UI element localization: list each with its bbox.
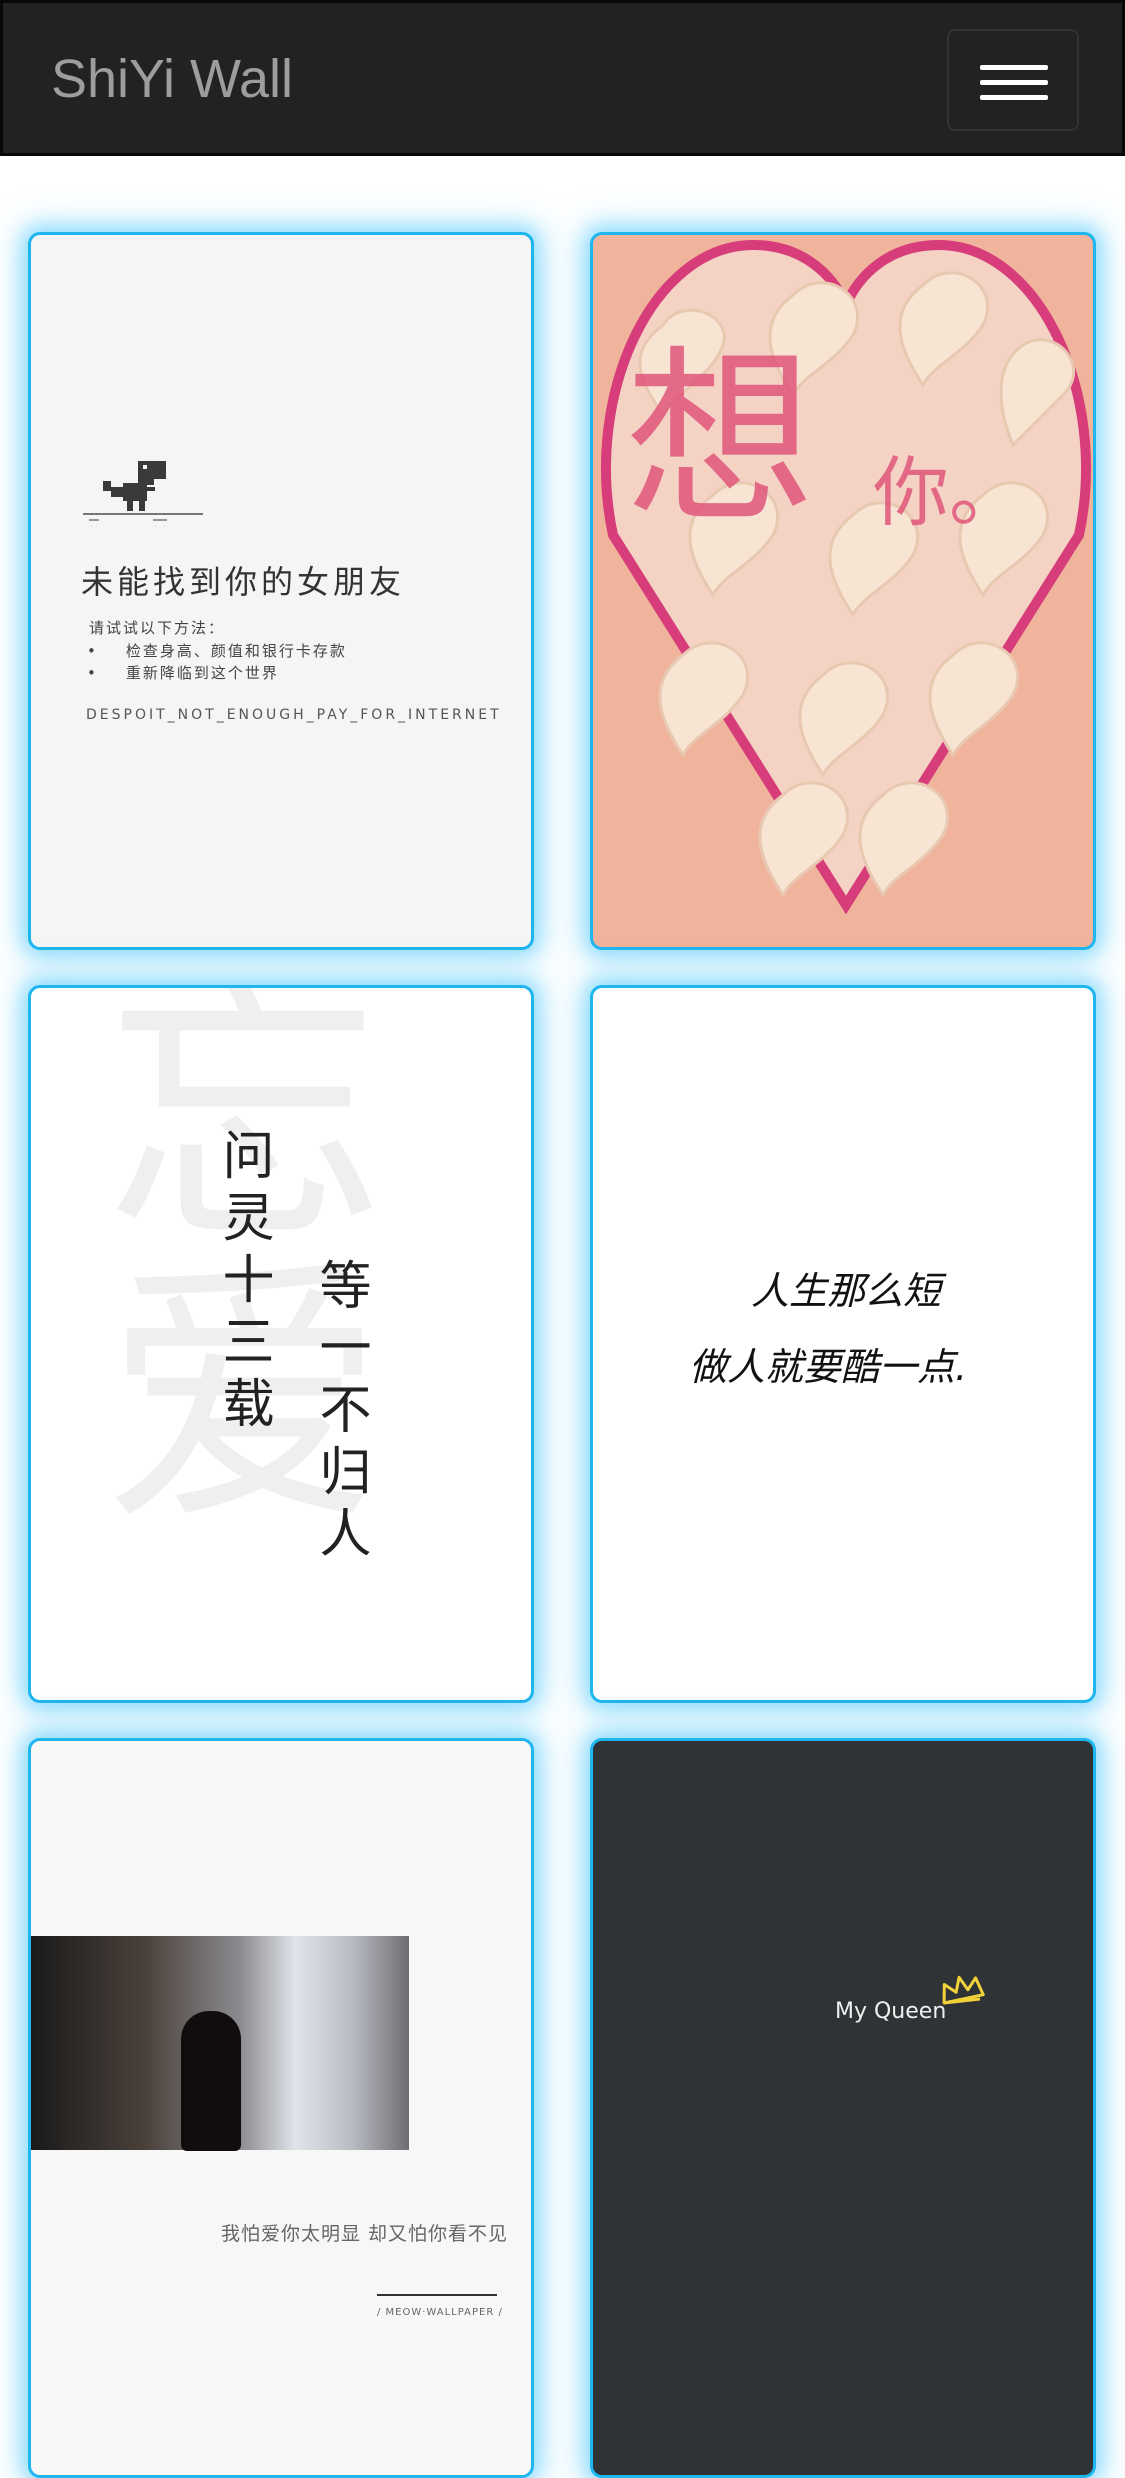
wallpaper-card-1[interactable]: 未能找到你的女朋友 请试试以下方法： 检查身高、颜值和银行卡存款 重新降临到这个…: [28, 232, 534, 950]
card-2-small-text: 你。: [873, 448, 1025, 537]
card-1-tips: 检查身高、颜值和银行卡存款 重新降临到这个世界: [87, 640, 347, 684]
wallpaper-card-6[interactable]: My Queen: [590, 1738, 1096, 2478]
person-silhouette: [181, 2011, 241, 2151]
wallpaper-card-5[interactable]: 我怕爱你太明显 却又怕你看不见 / MEOW·WALLPAPER /: [28, 1738, 534, 2478]
card-1-title: 未能找到你的女朋友: [81, 563, 406, 601]
crown-icon: [942, 1975, 985, 2005]
menu-toggle-button[interactable]: [947, 29, 1079, 131]
card-3-line-2: 等一不归人: [310, 1258, 370, 1568]
card-1-code: DESPOIT_NOT_ENOUGH_PAY_FOR_INTERNET: [86, 707, 502, 723]
wallpaper-card-3[interactable]: 忘爱 问灵十三载 等一不归人: [28, 985, 534, 1703]
list-item: 检查身高、颜值和银行卡存款: [87, 640, 347, 662]
brand-link[interactable]: ShiYi Wall: [51, 47, 293, 111]
card-2-big-text: 想: [625, 329, 816, 550]
window-photo-image: [31, 1936, 409, 2151]
card-5-caption: 我怕爱你太明显 却又怕你看不见: [221, 2223, 509, 2245]
dinosaur-icon: [83, 461, 203, 521]
card-6-text: My Queen: [835, 1999, 947, 2024]
card-5-signature: / MEOW·WALLPAPER /: [377, 2307, 503, 2318]
wallpaper-card-2[interactable]: 想 你。: [590, 232, 1096, 950]
divider: [377, 2294, 497, 2296]
card-1-subtitle: 请试试以下方法：: [89, 619, 226, 637]
navbar: ShiYi Wall: [0, 0, 1125, 156]
wallpaper-card-4[interactable]: 人生那么短 做人就要酷一点.: [590, 985, 1096, 1703]
card-3-line-1: 问灵十三载: [213, 1128, 273, 1438]
card-4-line-2: 做人就要酷一点.: [689, 1345, 968, 1389]
card-4-line-1: 人生那么短: [751, 1269, 942, 1313]
hamburger-icon: [980, 65, 1048, 70]
list-item: 重新降临到这个世界: [87, 662, 347, 684]
